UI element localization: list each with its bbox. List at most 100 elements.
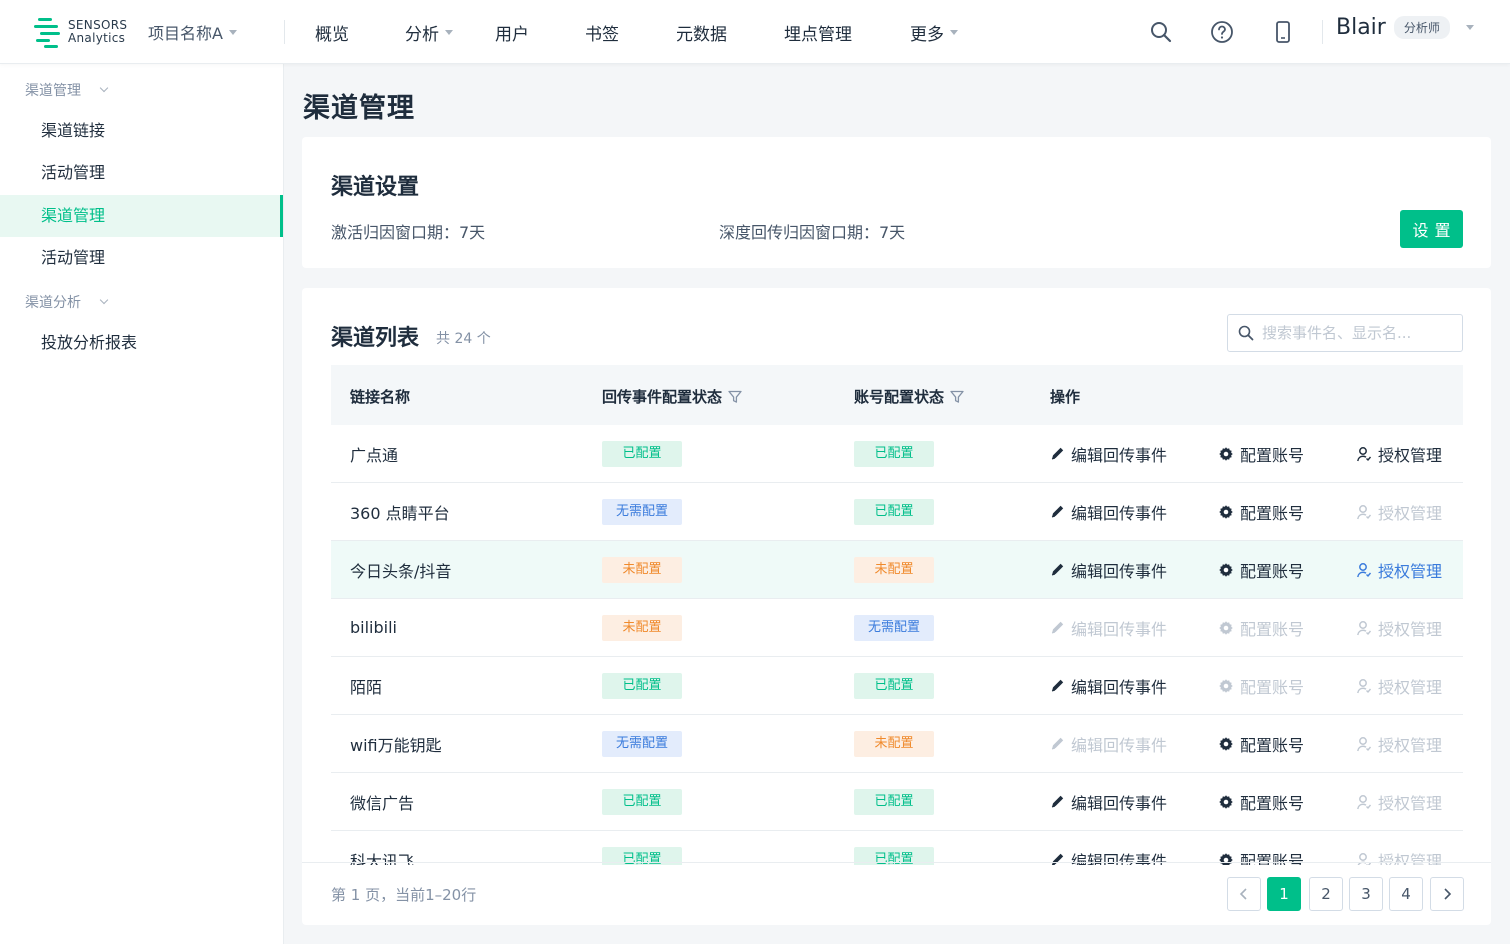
edit-callback-event-button[interactable]: 编辑回传事件 bbox=[1050, 715, 1167, 772]
prev-page-button[interactable] bbox=[1227, 877, 1261, 911]
divider bbox=[284, 20, 285, 44]
status-badge: 无需配置 bbox=[602, 498, 682, 525]
page-button-1[interactable]: 1 bbox=[1267, 877, 1301, 911]
edit-callback-event-button[interactable]: 编辑回传事件 bbox=[1050, 541, 1167, 598]
account-status-cell: 已配置 bbox=[854, 773, 934, 830]
next-page-button[interactable] bbox=[1430, 877, 1464, 911]
nav-label: 书签 bbox=[585, 25, 619, 45]
nav-bookmarks[interactable]: 书签 bbox=[585, 20, 619, 45]
configure-account-button[interactable]: 配置账号 bbox=[1218, 715, 1304, 772]
caret-down-icon bbox=[228, 29, 237, 35]
help-icon[interactable] bbox=[1210, 20, 1234, 44]
status-badge: 未配置 bbox=[854, 556, 934, 583]
page-button-2[interactable]: 2 bbox=[1309, 877, 1343, 911]
divider bbox=[302, 862, 1491, 863]
action-label: 授权管理 bbox=[1378, 793, 1443, 813]
authorization-button[interactable]: 授权管理 bbox=[1356, 657, 1442, 714]
channel-name: 广点通 bbox=[350, 445, 399, 465]
nav-users[interactable]: 用户 bbox=[495, 20, 529, 45]
col-label: 链接名称 bbox=[350, 388, 411, 406]
action-label: 配置账号 bbox=[1240, 619, 1305, 639]
configure-account-button[interactable]: 配置账号 bbox=[1218, 773, 1304, 830]
event-status-cell: 未配置 bbox=[602, 541, 682, 598]
authorization-button[interactable]: 授权管理 bbox=[1356, 831, 1442, 865]
status-badge: 未配置 bbox=[602, 556, 682, 583]
account-status-cell: 已配置 bbox=[854, 483, 934, 540]
channel-count: 共 24 个 bbox=[436, 331, 491, 347]
nav-overview[interactable]: 概览 bbox=[315, 20, 349, 45]
sidebar-group-channel-management[interactable]: 渠道管理 bbox=[25, 80, 109, 100]
caret-down-icon bbox=[445, 30, 453, 35]
user-auth-icon bbox=[1356, 504, 1372, 520]
edit-callback-event-button[interactable]: 编辑回传事件 bbox=[1050, 599, 1167, 656]
filter-icon[interactable] bbox=[728, 390, 742, 404]
configure-account-button[interactable]: 配置账号 bbox=[1218, 599, 1304, 656]
nav-metadata[interactable]: 元数据 bbox=[676, 20, 727, 45]
caret-down-icon bbox=[1465, 25, 1474, 30]
authorization-button[interactable]: 授权管理 bbox=[1356, 773, 1442, 830]
sensors-logo[interactable]: SENSORS Analytics bbox=[34, 16, 127, 48]
user-auth-icon bbox=[1356, 678, 1372, 694]
project-selector[interactable]: 项目名称A bbox=[148, 20, 237, 44]
sidebar: 渠道管理 渠道链接 活动管理 渠道管理 活动管理 渠道分析 投放分析报表 bbox=[0, 64, 284, 944]
page-button-4[interactable]: 4 bbox=[1389, 877, 1423, 911]
nav-analysis[interactable]: 分析 bbox=[405, 20, 453, 45]
configure-account-button[interactable]: 配置账号 bbox=[1218, 541, 1304, 598]
nav-label: 用户 bbox=[495, 25, 529, 45]
configure-account-button[interactable]: 配置账号 bbox=[1218, 483, 1304, 540]
search-input[interactable] bbox=[1262, 324, 1442, 342]
gear-icon bbox=[1218, 678, 1234, 694]
search-box[interactable] bbox=[1227, 314, 1463, 352]
authorization-button[interactable]: 授权管理 bbox=[1356, 599, 1442, 656]
sidebar-item-activity-management-2[interactable]: 活动管理 bbox=[0, 237, 283, 279]
configure-account-button[interactable]: 配置账号 bbox=[1218, 657, 1304, 714]
action-label: 授权管理 bbox=[1378, 677, 1443, 697]
table-row: wifi万能钥匙 无需配置 未配置 编辑回传事件 配置账号 授权管理 bbox=[331, 715, 1463, 773]
edit-callback-event-button[interactable]: 编辑回传事件 bbox=[1050, 657, 1167, 714]
page-button-3[interactable]: 3 bbox=[1349, 877, 1383, 911]
edit-callback-event-button[interactable]: 编辑回传事件 bbox=[1050, 831, 1167, 865]
nav-tracking[interactable]: 埋点管理 bbox=[784, 20, 852, 45]
gear-icon bbox=[1218, 620, 1234, 636]
sidebar-group-channel-analysis[interactable]: 渠道分析 bbox=[25, 292, 109, 312]
sidebar-item-ad-report[interactable]: 投放分析报表 bbox=[0, 322, 283, 364]
status-badge: 已配置 bbox=[854, 788, 934, 815]
user-auth-icon bbox=[1356, 620, 1372, 636]
nav-label: 分析 bbox=[405, 25, 439, 45]
sidebar-item-activity-management[interactable]: 活动管理 bbox=[0, 152, 283, 194]
authorization-button[interactable]: 授权管理 bbox=[1356, 715, 1442, 772]
edit-callback-event-button[interactable]: 编辑回传事件 bbox=[1050, 425, 1167, 482]
user-name: Blair bbox=[1336, 15, 1386, 40]
user-auth-icon bbox=[1356, 446, 1372, 462]
sidebar-item-channel-links[interactable]: 渠道链接 bbox=[0, 110, 283, 152]
status-badge: 已配置 bbox=[854, 672, 934, 699]
channel-name: 360 点睛平台 bbox=[350, 503, 450, 523]
action-label: 授权管理 bbox=[1378, 619, 1443, 639]
filter-icon[interactable] bbox=[950, 390, 964, 404]
channel-name: 陌陌 bbox=[350, 677, 383, 697]
authorization-button[interactable]: 授权管理 bbox=[1356, 483, 1442, 540]
edit-callback-event-button[interactable]: 编辑回传事件 bbox=[1050, 773, 1167, 830]
col-label: 操作 bbox=[1050, 388, 1081, 406]
status-badge: 未配置 bbox=[602, 614, 682, 641]
user-menu[interactable]: Blair 分析师 bbox=[1336, 15, 1474, 40]
nav-more[interactable]: 更多 bbox=[910, 20, 958, 45]
gear-icon bbox=[1218, 504, 1234, 520]
col-link-name: 链接名称 bbox=[350, 386, 410, 407]
action-label: 配置账号 bbox=[1240, 503, 1305, 523]
table-header: 链接名称 回传事件配置状态 账号配置状态 操作 bbox=[331, 365, 1463, 425]
pagination-info: 第 1 页，当前1–20行 bbox=[331, 886, 477, 904]
edit-callback-event-button[interactable]: 编辑回传事件 bbox=[1050, 483, 1167, 540]
account-status-cell: 无需配置 bbox=[854, 599, 934, 656]
status-badge: 无需配置 bbox=[854, 614, 934, 641]
authorization-button[interactable]: 授权管理 bbox=[1356, 425, 1442, 482]
sidebar-item-channel-management[interactable]: 渠道管理 bbox=[0, 195, 283, 237]
table-row: bilibili 未配置 无需配置 编辑回传事件 配置账号 授权管理 bbox=[331, 599, 1463, 657]
search-icon[interactable] bbox=[1149, 20, 1173, 44]
configure-account-button[interactable]: 配置账号 bbox=[1218, 831, 1304, 865]
configure-account-button[interactable]: 配置账号 bbox=[1218, 425, 1304, 482]
settings-button[interactable]: 设置 bbox=[1400, 210, 1463, 248]
authorization-button[interactable]: 授权管理 bbox=[1356, 541, 1442, 598]
user-auth-icon bbox=[1356, 794, 1372, 810]
mobile-icon[interactable] bbox=[1271, 20, 1295, 44]
